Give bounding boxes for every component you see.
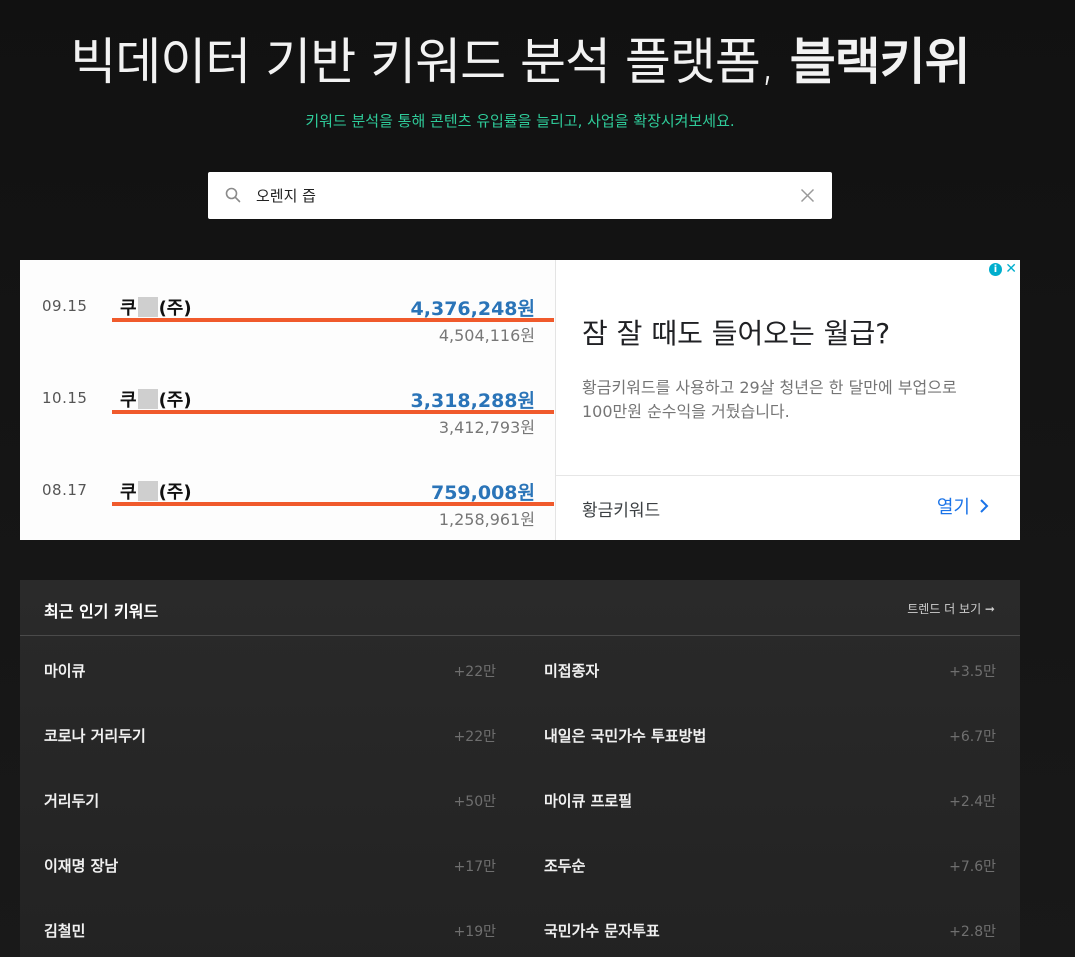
trending-count: +3.5만 <box>949 664 996 680</box>
search-icon <box>225 187 241 203</box>
payment-date: 10.15 <box>42 389 88 407</box>
trending-keyword[interactable]: 이재명 장남 <box>44 855 118 876</box>
ad-body: 황금키워드를 사용하고 29살 청년은 한 달만에 부업으로 100만원 순수익… <box>582 378 957 421</box>
payment-row: 09.15 쿠 (주) 4,376,248원 4,504,116원 <box>20 270 555 345</box>
trending-keyword[interactable]: 마이큐 <box>44 660 85 681</box>
ad-advertiser: 황금키워드 <box>582 501 661 521</box>
trending-count: +6.7만 <box>949 729 996 745</box>
blurred-text <box>137 389 158 409</box>
trending-count: +50만 <box>453 794 496 810</box>
chevron-right-icon[interactable] <box>978 498 990 514</box>
payment-company: 쿠 (주) <box>120 389 192 411</box>
trending-title: 최근 인기 키워드 <box>44 602 159 621</box>
trending-count: +7.6만 <box>949 859 996 875</box>
payment-date: 08.17 <box>42 481 88 499</box>
trending-count: +19만 <box>453 924 496 940</box>
trending-item[interactable]: 코로나 거리두기 +22만 <box>44 701 496 766</box>
trending-item[interactable]: 조두순 +7.6만 <box>544 831 996 896</box>
trending-keyword[interactable]: 거리두기 <box>44 790 99 811</box>
ad-headline[interactable]: 잠 잘 때도 들어오는 월급? <box>582 312 890 352</box>
search-input[interactable] <box>256 172 776 219</box>
payment-sub-amount: 3,412,793원 <box>438 418 535 437</box>
trending-keyword[interactable]: 미접종자 <box>544 660 599 681</box>
trending-item[interactable]: 마이큐 프로필 +2.4만 <box>544 766 996 831</box>
hero-title-brand: 블랙키위 <box>789 33 971 91</box>
advertisement[interactable]: 09.15 쿠 (주) 4,376,248원 4,504,116원 10.15 쿠… <box>20 260 1020 540</box>
trending-count: +22만 <box>453 729 496 745</box>
trend-more-link[interactable]: 트렌드 더 보기 ➞ <box>907 600 995 617</box>
payment-row: 10.15 쿠 (주) 3,318,288원 3,412,793원 <box>20 362 555 437</box>
trending-keyword[interactable]: 국민가수 문자투표 <box>544 920 660 941</box>
trending-header: 최근 인기 키워드 트렌드 더 보기 ➞ <box>20 580 1020 636</box>
ad-open-label: 열기 <box>936 497 970 518</box>
ad-close-icon[interactable]: ✕ <box>1005 261 1017 277</box>
ad-info-icon[interactable]: i <box>989 263 1002 276</box>
trending-keyword[interactable]: 내일은 국민가수 투표방법 <box>544 725 706 746</box>
search-box <box>208 172 832 219</box>
trending-keyword[interactable]: 김철민 <box>44 920 85 941</box>
trending-item[interactable]: 국민가수 문자투표 +2.8만 <box>544 896 996 957</box>
payment-sub-amount: 1,258,961원 <box>438 510 535 529</box>
trending-item[interactable]: 미접종자 +3.5만 <box>544 636 996 701</box>
trending-item[interactable]: 김철민 +19만 <box>44 896 496 957</box>
trending-keywords-panel: 최근 인기 키워드 트렌드 더 보기 ➞ 마이큐 +22만 미접종자 +3.5만… <box>20 580 1020 957</box>
payment-company: 쿠 (주) <box>120 297 192 319</box>
hero-title-main: 빅데이터 기반 키워드 분석 플랫폼, <box>70 33 790 91</box>
close-icon[interactable] <box>800 188 815 203</box>
blurred-text <box>137 297 158 317</box>
payment-row: 08.17 쿠 (주) 759,008원 1,258,961원 <box>20 454 555 529</box>
trending-count: +22만 <box>453 664 496 680</box>
payment-amount: 4,376,248원 <box>410 298 535 320</box>
trending-keyword[interactable]: 코로나 거리두기 <box>44 725 146 746</box>
payment-amount: 3,318,288원 <box>410 390 535 412</box>
blurred-text <box>137 481 158 501</box>
hero-subtitle: 키워드 분석을 통해 콘텐츠 유입률을 늘리고, 사업을 확장시켜보세요. <box>305 112 735 130</box>
trending-item[interactable]: 내일은 국민가수 투표방법 +6.7만 <box>544 701 996 766</box>
trending-keyword[interactable]: 마이큐 프로필 <box>544 790 632 811</box>
ad-divider <box>556 475 1020 476</box>
payment-amount: 759,008원 <box>430 482 535 504</box>
payment-date: 09.15 <box>42 297 88 315</box>
trending-item[interactable]: 거리두기 +50만 <box>44 766 496 831</box>
ad-image-payment-list[interactable]: 09.15 쿠 (주) 4,376,248원 4,504,116원 10.15 쿠… <box>20 260 556 540</box>
payment-company: 쿠 (주) <box>120 481 192 503</box>
trending-count: +2.8만 <box>949 924 996 940</box>
payment-sub-amount: 4,504,116원 <box>438 326 535 345</box>
trending-item[interactable]: 마이큐 +22만 <box>44 636 496 701</box>
trending-keyword[interactable]: 조두순 <box>544 855 585 876</box>
trending-count: +17만 <box>453 859 496 875</box>
trending-count: +2.4만 <box>949 794 996 810</box>
hero-title: 빅데이터 기반 키워드 분석 플랫폼, 블랙키위 <box>0 22 1040 94</box>
page: 빅데이터 기반 키워드 분석 플랫폼, 블랙키위 키워드 분석을 통해 콘텐츠 … <box>0 0 1075 957</box>
trending-item[interactable]: 이재명 장남 +17만 <box>44 831 496 896</box>
